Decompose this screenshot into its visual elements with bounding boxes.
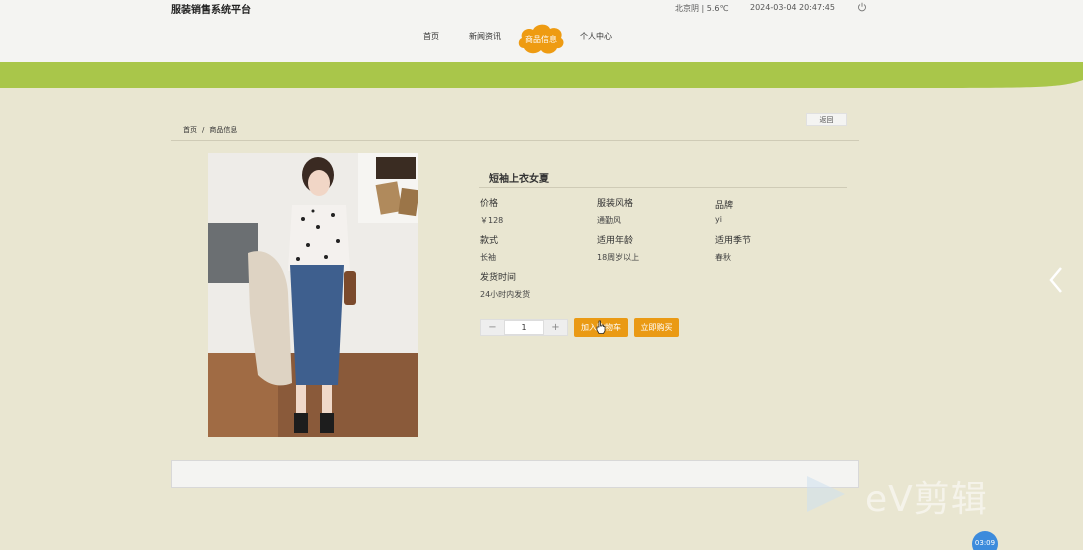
attr-label-price: 价格 xyxy=(480,199,499,209)
attr-label-season: 适用季节 xyxy=(715,236,752,246)
attr-label-style: 服装风格 xyxy=(597,199,634,209)
site-title: 服装销售系统平台 xyxy=(171,5,251,16)
divider xyxy=(171,140,859,141)
comment-area[interactable] xyxy=(171,460,859,488)
power-icon[interactable] xyxy=(857,2,867,12)
product-image xyxy=(208,153,418,437)
top-bar: 服装销售系统平台 北京阴 | 5.6℃ 2024-03-04 20:47:45 … xyxy=(0,0,1083,62)
back-button[interactable]: 返回 xyxy=(806,113,847,126)
breadcrumb-home[interactable]: 首页 xyxy=(183,126,197,134)
breadcrumb-current: 商品信息 xyxy=(209,126,238,134)
quantity-input[interactable] xyxy=(504,320,544,335)
hand-pointer-icon xyxy=(596,320,606,334)
watermark: eV剪辑 xyxy=(805,468,1025,520)
nav-item-home[interactable]: 首页 xyxy=(423,31,439,42)
attr-label-type: 款式 xyxy=(480,236,499,246)
main-nav: 首页 新闻资讯 商品信息 个人中心 xyxy=(0,22,1083,56)
nav-item-news[interactable]: 新闻资讯 xyxy=(469,31,501,42)
attr-value-price: ￥128 xyxy=(480,216,504,225)
attr-label-shipping: 发货时间 xyxy=(480,273,517,283)
attr-value-shipping: 24小时内发货 xyxy=(480,290,531,299)
weather-info: 北京阴 | 5.6℃ xyxy=(675,4,729,13)
quantity-decrease-button[interactable]: − xyxy=(481,320,504,335)
datetime: 2024-03-04 20:47:45 xyxy=(750,3,835,12)
play-logo-icon xyxy=(807,476,845,512)
attr-value-brand: yi xyxy=(715,215,722,224)
attr-value-season: 春秋 xyxy=(715,253,731,262)
product-name: 短袖上衣女夏 xyxy=(489,174,549,185)
nav-item-products-label: 商品信息 xyxy=(525,34,557,44)
green-band xyxy=(0,62,1083,88)
breadcrumb-separator: / xyxy=(202,126,205,134)
attr-label-age: 适用年龄 xyxy=(597,236,634,246)
nav-item-products[interactable]: 商品信息 xyxy=(516,22,566,56)
attr-value-age: 18周岁以上 xyxy=(597,253,640,262)
chevron-left-icon[interactable] xyxy=(1047,265,1065,295)
attr-value-type: 长袖 xyxy=(480,253,496,262)
time-badge: 03:09 xyxy=(972,531,998,550)
breadcrumb: 首页 / 商品信息 xyxy=(183,125,237,135)
quantity-increase-button[interactable]: + xyxy=(544,320,567,335)
attr-value-style: 通勤风 xyxy=(597,216,621,225)
buy-now-button[interactable]: 立即购买 xyxy=(634,318,679,337)
attr-label-brand: 品牌 xyxy=(715,201,734,211)
quantity-stepper: − + xyxy=(480,319,568,336)
nav-item-profile[interactable]: 个人中心 xyxy=(580,31,612,42)
name-divider xyxy=(479,187,847,188)
watermark-text: eV剪辑 xyxy=(865,479,988,520)
